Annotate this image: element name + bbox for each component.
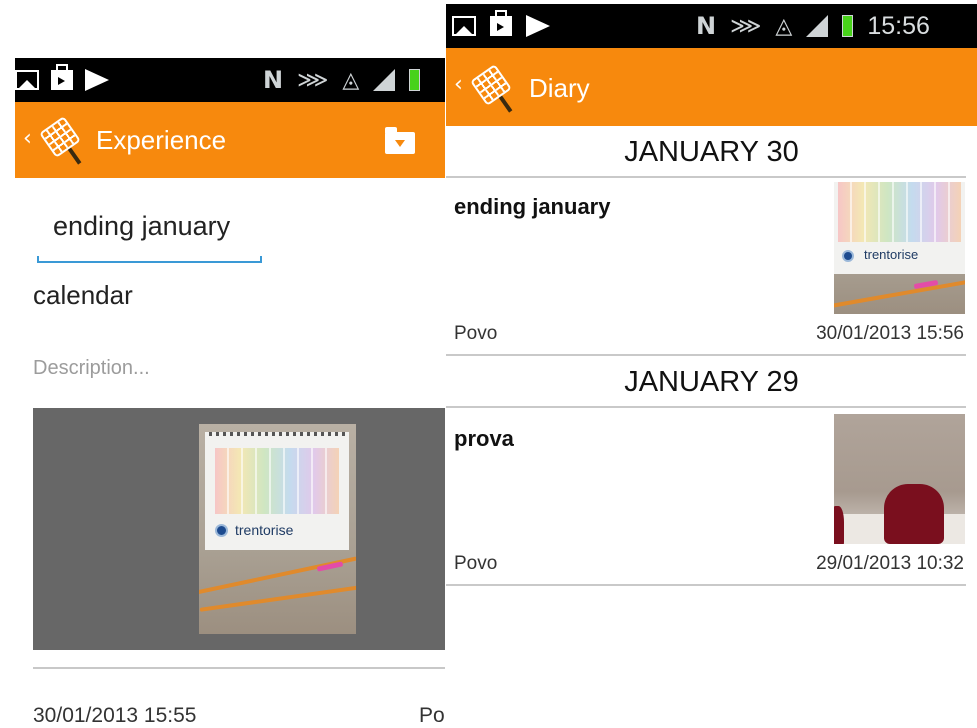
signal-icon [373, 69, 396, 91]
play-store-notification-icon [490, 10, 512, 36]
action-bar: ‹ Experience [15, 102, 445, 178]
footer-divider [33, 667, 445, 669]
calendar-card: trentorise [205, 432, 349, 550]
section-header: JANUARY 30 [624, 136, 799, 168]
vibrate-icon: ⋙ [297, 67, 329, 93]
battery-icon [409, 69, 421, 91]
entry-location: Po [419, 704, 445, 727]
calendar-card: trentorise [834, 182, 965, 274]
calendar-grid [215, 448, 339, 514]
chair-back-left [834, 506, 844, 544]
gallery-notification-icon [452, 16, 476, 36]
status-bar: N ⋙ ◬ [15, 58, 445, 102]
play-store-notification-icon [51, 64, 73, 90]
entry-divider [446, 354, 966, 356]
entry-datetime: 30/01/2013 15:56 [816, 323, 964, 344]
screen-title: Diary [529, 73, 590, 103]
chair-back [884, 484, 944, 544]
diary-entry[interactable]: ending january trentorise Povo 30/01/201… [446, 178, 966, 354]
left-screen: N ⋙ ◬ ‹ Experience ending january calend… [15, 0, 445, 727]
calendar-photo[interactable]: trentorise [199, 424, 356, 634]
diary-entry[interactable]: prova Povo 29/01/2013 10:32 [446, 408, 966, 584]
calendar-grid [838, 182, 961, 242]
play-notification-icon [526, 15, 550, 37]
title-input-underline [37, 256, 262, 263]
nfc-icon: N [263, 66, 284, 94]
entry-location: Povo [454, 553, 498, 574]
wifi-icon: ◬ [342, 67, 360, 93]
calendar-logo-dot [215, 524, 228, 537]
action-bar: ‹ Diary [446, 48, 977, 126]
entry-datetime: 29/01/2013 10:32 [816, 553, 964, 574]
entry-location: Povo [454, 323, 498, 344]
status-bar: N ⋙ ◬ 15:56 [446, 4, 977, 48]
screen-title: Experience [96, 125, 227, 155]
entry-datetime: 30/01/2013 15:55 [33, 704, 197, 727]
section-header: JANUARY 29 [624, 366, 799, 398]
nfc-icon: N [696, 12, 717, 40]
tag-input[interactable]: calendar [33, 280, 133, 311]
app-icon[interactable] [470, 64, 512, 106]
entry-thumbnail[interactable] [834, 414, 965, 544]
entry-title: prova [454, 426, 514, 451]
wifi-icon: ◬ [775, 13, 793, 39]
entry-title: ending january [454, 194, 611, 219]
entry-thumbnail[interactable]: trentorise [834, 182, 965, 314]
back-chevron-icon[interactable]: ‹ [23, 126, 32, 151]
description-input[interactable]: Description... [33, 357, 150, 380]
title-input-wrapper[interactable]: ending january [37, 205, 262, 265]
battery-icon [842, 15, 854, 37]
calendar-brand-text: trentorise [235, 522, 294, 538]
gallery-notification-icon [15, 70, 39, 90]
calendar-logo-dot [842, 250, 854, 262]
right-screen: N ⋙ ◬ 15:56 ‹ Diary JANUARY 30 ending ja… [446, 0, 977, 722]
pen-1 [834, 279, 965, 309]
vibrate-icon: ⋙ [730, 13, 762, 39]
app-icon[interactable] [39, 116, 81, 158]
entry-divider [446, 584, 966, 586]
play-notification-icon [85, 69, 109, 91]
title-input[interactable]: ending january [53, 211, 230, 242]
signal-icon [806, 15, 829, 37]
folder-download-icon[interactable] [385, 127, 415, 154]
back-chevron-icon[interactable]: ‹ [454, 72, 463, 97]
photo-container[interactable]: trentorise [33, 408, 445, 650]
status-clock: 15:56 [867, 11, 930, 40]
calendar-brand-text: trentorise [864, 247, 919, 262]
calendar-rings [209, 432, 345, 436]
